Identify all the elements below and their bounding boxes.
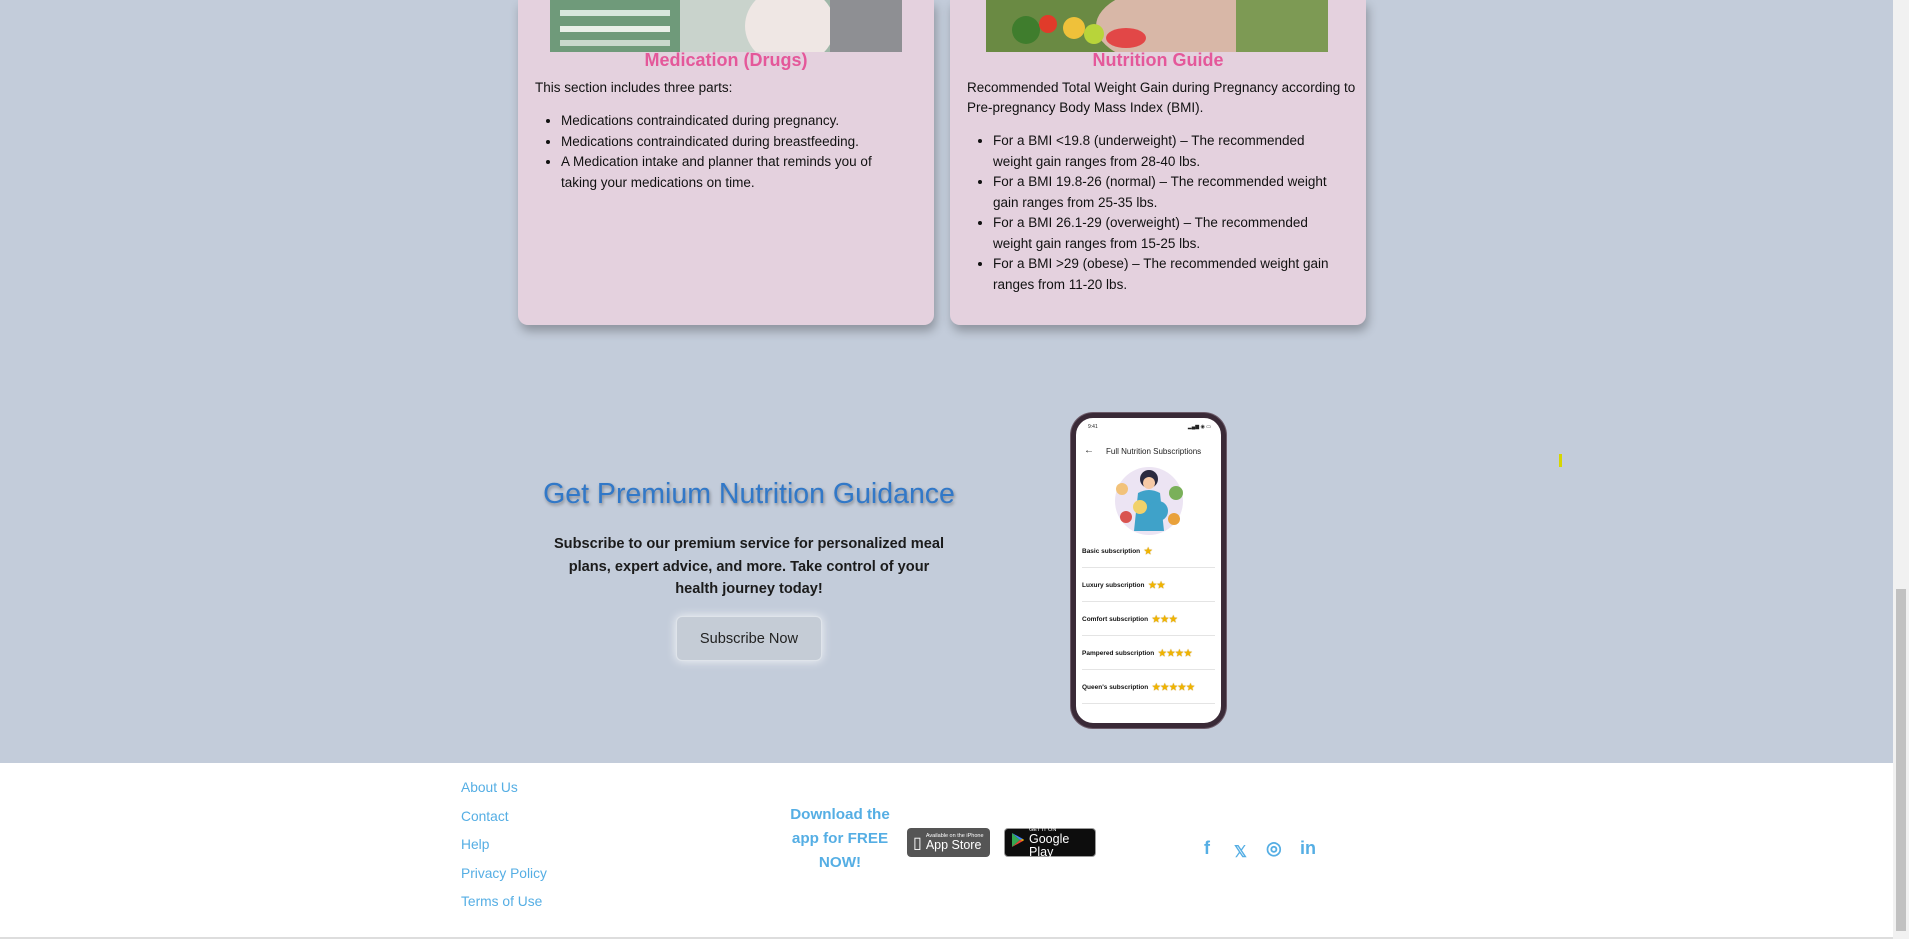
- star-icon: ★★★: [1152, 614, 1178, 624]
- promo-title: Get Premium Nutrition Guidance: [543, 478, 955, 510]
- subscription-name: Luxury subscription: [1082, 582, 1145, 589]
- phone-header-title: Full Nutrition Subscriptions: [1106, 447, 1202, 456]
- nutrition-card: Nutrition Guide Recommended Total Weight…: [950, 0, 1366, 325]
- subscription-name: Basic subscription: [1082, 548, 1141, 555]
- footer-link-help[interactable]: Help: [461, 837, 489, 852]
- status-time: 9:41: [1088, 424, 1098, 430]
- footer: About Us Contact Help Privacy Policy Ter…: [0, 763, 1893, 939]
- footer-link-about[interactable]: About Us: [461, 780, 518, 795]
- status-bar: 9:41 ▂▄▆ ◉ ▭: [1088, 424, 1211, 430]
- appstore-badge[interactable]: ▯ Available on the iPhone App Store: [907, 828, 990, 857]
- subscription-row[interactable]: Queen's subscription ★★★★★: [1082, 672, 1215, 704]
- list-item: Medications contraindicated during breas…: [561, 132, 911, 153]
- list-item: Medications contraindicated during pregn…: [561, 111, 911, 132]
- subscription-row[interactable]: Pampered subscription ★★★★: [1082, 638, 1215, 670]
- subscribe-button[interactable]: Subscribe Now: [676, 616, 822, 661]
- page: Medication (Drugs) This section includes…: [0, 0, 1909, 939]
- subscription-name: Queen's subscription: [1082, 684, 1149, 691]
- googleplay-label: GET IT ON Google Play: [1029, 826, 1070, 859]
- phone-mockup: 9:41 ▂▄▆ ◉ ▭ ← Full Nutrition Subscripti…: [1071, 413, 1226, 728]
- subscription-row[interactable]: Luxury subscription ★★: [1082, 570, 1215, 602]
- subscription-name: Comfort subscription: [1082, 616, 1149, 623]
- subscription-row[interactable]: Comfort subscription ★★★: [1082, 604, 1215, 636]
- card-list: For a BMI <19.8 (underweight) – The reco…: [967, 131, 1347, 295]
- apple-icon: ▯: [913, 834, 922, 852]
- instagram-icon[interactable]: ◎: [1266, 838, 1282, 859]
- subscription-row[interactable]: Basic subscription ★: [1082, 536, 1215, 568]
- star-icon: ★: [1144, 546, 1153, 556]
- card-intro: This section includes three parts:: [535, 80, 733, 95]
- appstore-label: Available on the iPhone App Store: [925, 833, 984, 852]
- star-icon: ★★★★: [1158, 648, 1193, 658]
- scrollbar[interactable]: [1893, 0, 1909, 939]
- google-play-icon: [1011, 832, 1025, 853]
- download-text: Download the app for FREE NOW!: [790, 806, 890, 871]
- pharmacy-image: [550, 0, 902, 52]
- scrollbar-thumb[interactable]: [1896, 589, 1906, 931]
- card-list: Medications contraindicated during pregn…: [535, 111, 911, 193]
- nutrition-image: [986, 0, 1328, 52]
- x-icon[interactable]: 𝕏: [1234, 842, 1247, 862]
- back-arrow-icon[interactable]: ←: [1084, 445, 1094, 456]
- signal-icon: ▂▄▆ ◉ ▭: [1187, 424, 1211, 430]
- linkedin-icon[interactable]: in: [1300, 838, 1316, 859]
- card-title: Medication (Drugs): [644, 50, 808, 70]
- subscription-name: Pampered subscription: [1082, 650, 1155, 657]
- star-icon: ★★★★★: [1152, 682, 1196, 692]
- list-item: For a BMI >29 (obese) – The recommended …: [993, 254, 1347, 295]
- footer-link-contact[interactable]: Contact: [461, 809, 509, 824]
- accent-mark: [1559, 454, 1562, 467]
- list-item: A Medication intake and planner that rem…: [561, 152, 911, 193]
- medication-card: Medication (Drugs) This section includes…: [518, 0, 934, 325]
- promo-text: Subscribe to our premium service for per…: [553, 536, 945, 597]
- list-item: For a BMI 19.8-26 (normal) – The recomme…: [993, 172, 1347, 213]
- footer-link-privacy[interactable]: Privacy Policy: [461, 866, 547, 881]
- list-item: For a BMI <19.8 (underweight) – The reco…: [993, 131, 1347, 172]
- card-intro: Recommended Total Weight Gain during Pre…: [967, 80, 1356, 115]
- facebook-icon[interactable]: f: [1204, 838, 1210, 859]
- list-item: For a BMI 26.1-29 (overweight) – The rec…: [993, 213, 1347, 254]
- googleplay-badge[interactable]: GET IT ON Google Play: [1004, 826, 1096, 859]
- star-icon: ★★: [1148, 580, 1166, 590]
- footer-link-terms[interactable]: Terms of Use: [461, 894, 542, 909]
- card-title: Nutrition Guide: [1092, 50, 1224, 70]
- pregnant-woman-illustration: [1112, 463, 1186, 539]
